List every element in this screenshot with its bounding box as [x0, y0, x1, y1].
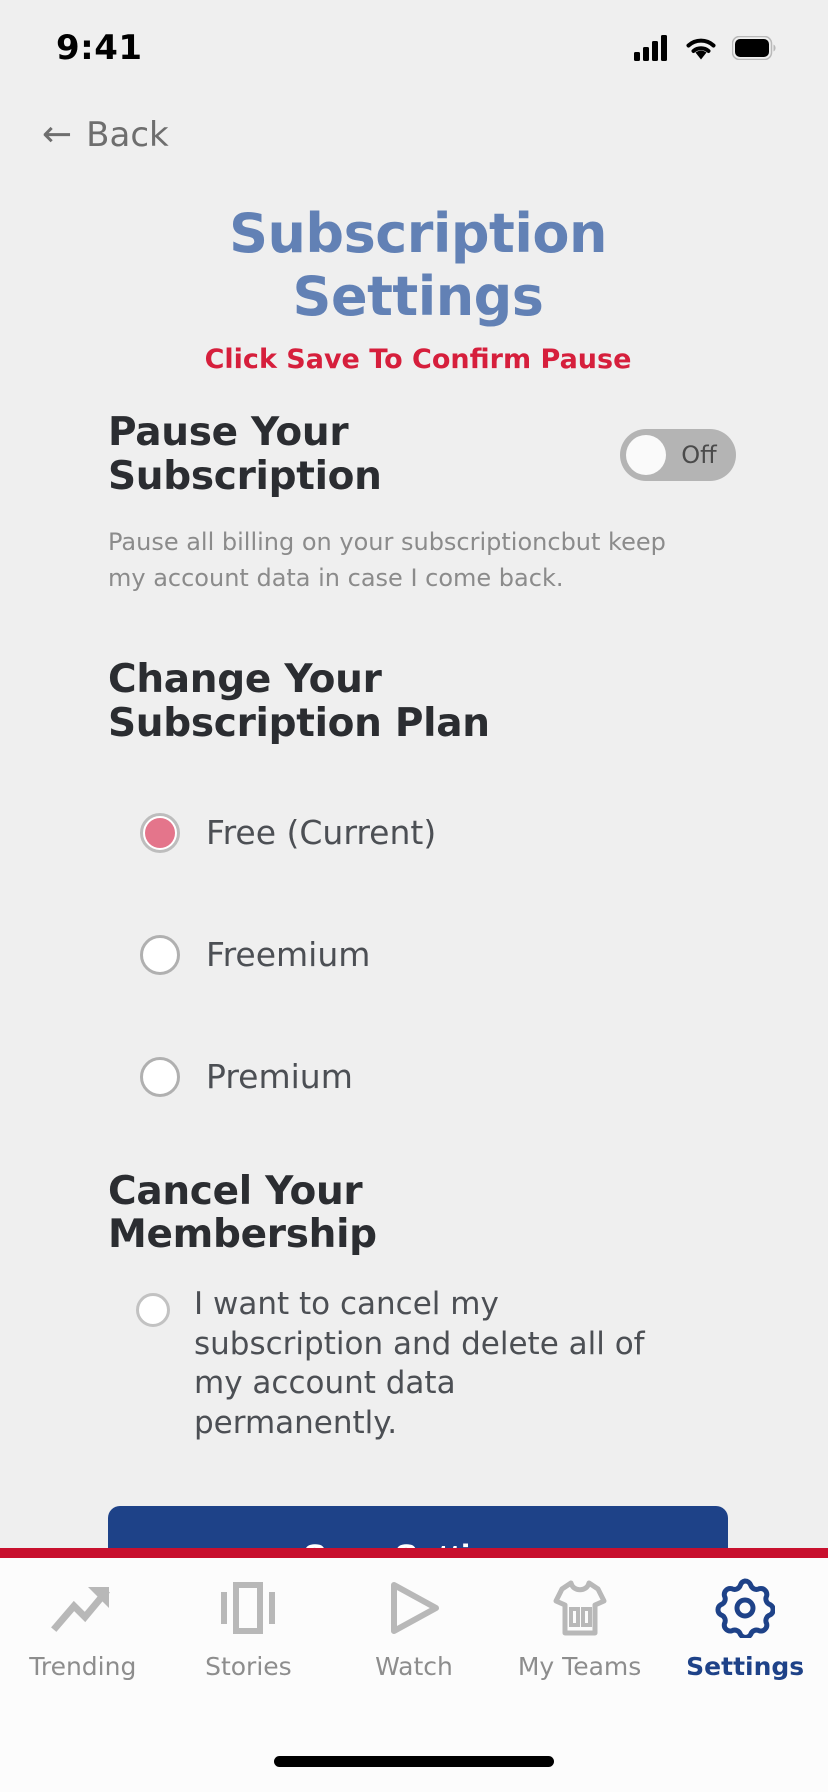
arrow-left-icon: ← [42, 114, 73, 155]
pause-section-heading: Pause Your Subscription [108, 410, 382, 499]
toggle-knob [626, 434, 666, 475]
page-title: Subscription Settings [229, 202, 607, 328]
trending-arrow-icon [50, 1576, 115, 1640]
status-time: 9:41 [56, 28, 143, 68]
plan-radio-group: Free (Current) Freemium Premium [108, 772, 728, 1138]
tab-my-teams[interactable]: My Teams [497, 1576, 663, 1681]
plan-section-heading: Change Your Subscription Plan [108, 657, 490, 747]
play-triangle-icon [384, 1576, 444, 1640]
radio-cancel-membership[interactable] [136, 1293, 170, 1328]
tab-bar-accent-divider [0, 1548, 828, 1558]
plan-option-freemium[interactable]: Freemium [108, 894, 728, 1016]
plan-option-label: Freemium [206, 935, 371, 975]
tab-label: Stories [205, 1652, 292, 1681]
status-icons [634, 35, 776, 61]
cellular-signal-icon [634, 35, 667, 61]
back-button[interactable]: ← Back [42, 115, 169, 155]
pause-subscription-row: Pause Your Subscription Off [108, 411, 736, 498]
tab-label: Settings [686, 1652, 805, 1681]
battery-icon [732, 36, 776, 60]
radio-premium[interactable] [140, 1056, 180, 1097]
radio-freemium[interactable] [140, 934, 180, 975]
plan-option-premium[interactable]: Premium [108, 1016, 728, 1138]
tab-settings[interactable]: Settings [662, 1576, 828, 1681]
plan-option-label: Premium [206, 1057, 353, 1097]
main-content: Subscription Settings Click Save To Conf… [0, 174, 828, 1548]
tab-label: My Teams [517, 1652, 642, 1681]
home-indicator[interactable] [274, 1755, 554, 1767]
back-button-label: Back [86, 115, 169, 155]
pause-subscription-toggle[interactable]: Off [620, 428, 736, 481]
stories-carousel-icon [217, 1576, 279, 1640]
plan-option-label: Free (Current) [206, 813, 437, 853]
gear-icon [715, 1576, 776, 1640]
toggle-state-label: Off [681, 440, 717, 469]
home-indicator-area [0, 1730, 828, 1792]
plan-option-free[interactable]: Free (Current) [108, 772, 728, 894]
tab-label: Watch [375, 1652, 453, 1681]
tab-label: Trending [29, 1652, 137, 1681]
cancel-membership-option[interactable]: I want to cancel my subscription and del… [108, 1285, 728, 1444]
cancel-option-label: I want to cancel my subscription and del… [194, 1286, 645, 1442]
jersey-icon [551, 1576, 609, 1640]
radio-free[interactable] [140, 812, 180, 853]
cancel-section-heading: Cancel Your Membership [108, 1168, 377, 1258]
tab-watch[interactable]: Watch [331, 1576, 497, 1681]
pause-description: Pause all billing on your subscriptioncb… [108, 528, 666, 593]
wifi-icon [686, 38, 716, 60]
back-nav-row: ← Back [0, 96, 828, 174]
tab-stories[interactable]: Stories [166, 1576, 332, 1681]
save-settings-button[interactable]: Save Settings [108, 1505, 728, 1548]
status-bar: 9:41 [0, 0, 828, 96]
phone-screen: 9:41 ← Back Subscription Settings Click … [0, 0, 828, 1792]
tab-trending[interactable]: Trending [0, 1576, 166, 1681]
bottom-tab-bar: Trending Stories Watch My Teams Settings [0, 1558, 828, 1730]
page-subtitle-alert: Click Save To Confirm Pause [204, 344, 632, 375]
